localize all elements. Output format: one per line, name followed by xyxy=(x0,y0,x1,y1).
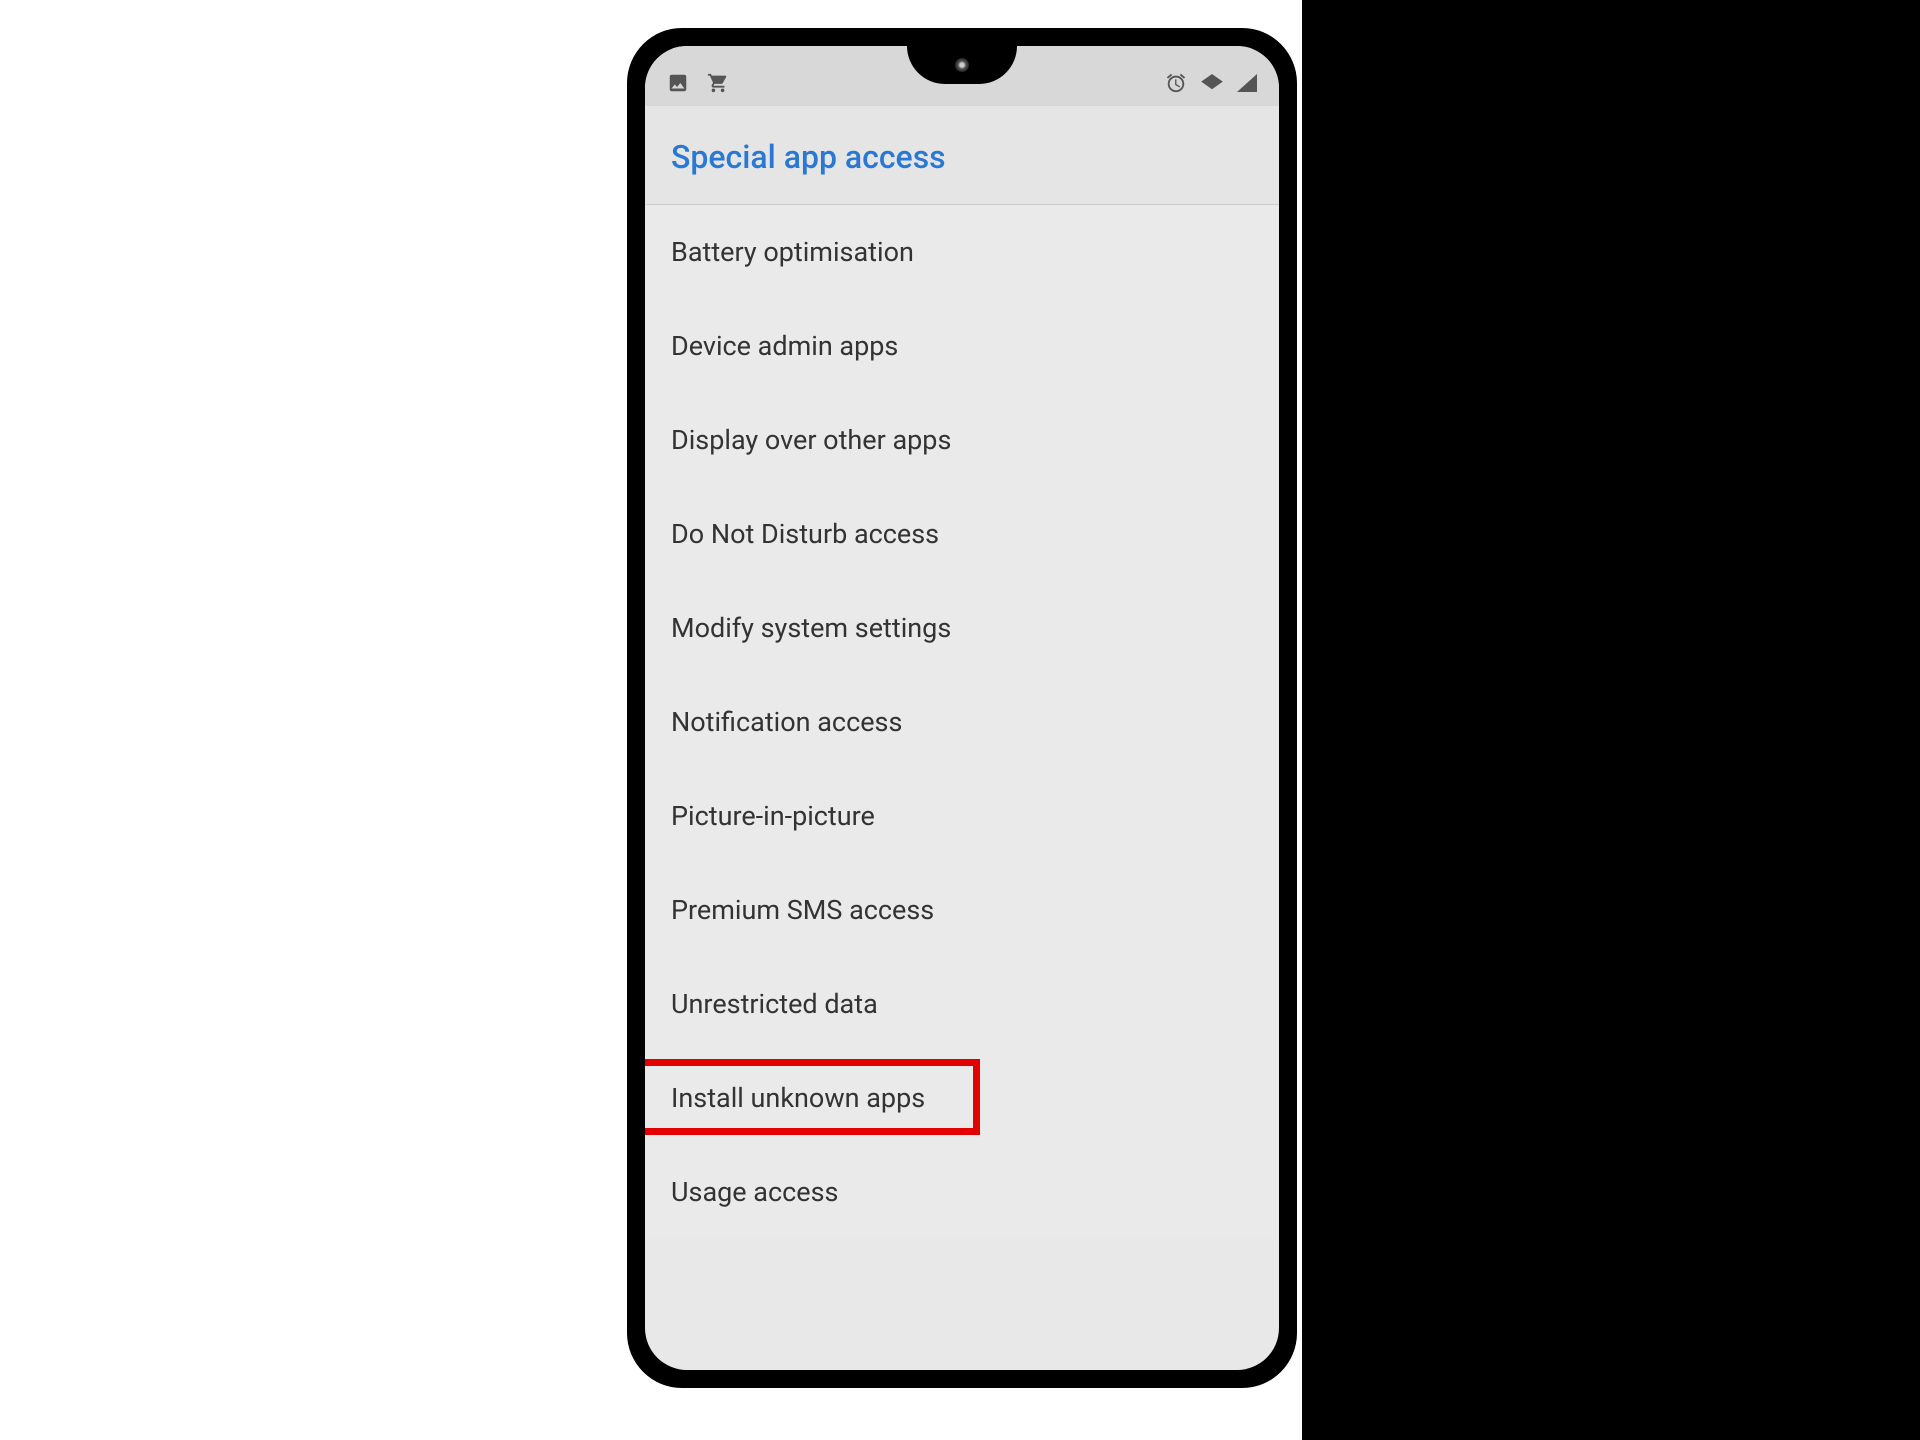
list-item-label: Modify system settings xyxy=(671,612,951,644)
signal-icon xyxy=(1237,74,1257,96)
list-item-picture-in-picture[interactable]: Picture-in-picture xyxy=(645,769,1279,863)
camera-icon xyxy=(955,58,969,72)
status-bar-right xyxy=(1165,72,1257,98)
list-item-install-unknown-apps[interactable]: Install unknown apps xyxy=(645,1051,1279,1145)
list-item-premium-sms-access[interactable]: Premium SMS access xyxy=(645,863,1279,957)
list-item-label: Premium SMS access xyxy=(671,894,934,926)
list-item-device-admin-apps[interactable]: Device admin apps xyxy=(645,299,1279,393)
list-item-label: Install unknown apps xyxy=(671,1082,925,1114)
list-item-label: Do Not Disturb access xyxy=(671,518,939,550)
list-item-label: Unrestricted data xyxy=(671,988,878,1020)
list-item-unrestricted-data[interactable]: Unrestricted data xyxy=(645,957,1279,1051)
list-item-modify-system-settings[interactable]: Modify system settings xyxy=(645,581,1279,675)
page-title: Special app access xyxy=(671,138,1253,176)
cart-icon xyxy=(707,72,729,98)
list-item-label: Picture-in-picture xyxy=(671,800,875,832)
phone-frame: Special app access Battery optimisation … xyxy=(627,28,1297,1388)
list-item-label: Display over other apps xyxy=(671,424,951,456)
list-item-label: Usage access xyxy=(671,1176,838,1208)
image-icon xyxy=(667,72,689,98)
phone-screen: Special app access Battery optimisation … xyxy=(645,46,1279,1370)
page-header: Special app access xyxy=(645,106,1279,205)
wifi-icon xyxy=(1201,74,1223,96)
settings-list: Battery optimisation Device admin apps D… xyxy=(645,205,1279,1239)
list-item-battery-optimisation[interactable]: Battery optimisation xyxy=(645,205,1279,299)
alarm-icon xyxy=(1165,72,1187,98)
list-item-display-over-other-apps[interactable]: Display over other apps xyxy=(645,393,1279,487)
list-item-do-not-disturb-access[interactable]: Do Not Disturb access xyxy=(645,487,1279,581)
list-item-label: Battery optimisation xyxy=(671,236,914,268)
list-item-label: Device admin apps xyxy=(671,330,898,362)
list-item-notification-access[interactable]: Notification access xyxy=(645,675,1279,769)
list-item-usage-access[interactable]: Usage access xyxy=(645,1145,1279,1239)
list-item-label: Notification access xyxy=(671,706,902,738)
status-bar-left xyxy=(667,72,729,98)
